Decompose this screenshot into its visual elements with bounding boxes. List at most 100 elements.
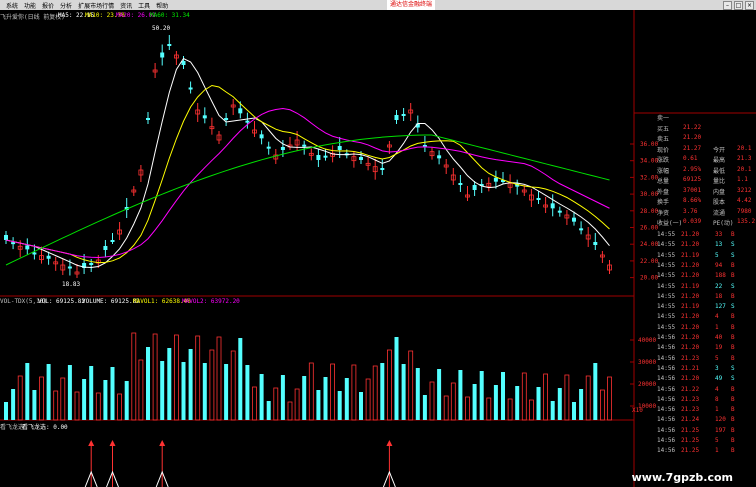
tick-cell: B: [731, 406, 735, 414]
candle-body: [181, 61, 186, 65]
tick-row: 14:55 21.20 94 B: [655, 262, 755, 271]
candle-body: [380, 168, 385, 170]
quote-label: 量比: [713, 178, 726, 185]
tick-cell: 21.20: [681, 334, 700, 341]
volume-bar: [380, 363, 385, 420]
quote-label: 卖五: [657, 136, 670, 143]
quote-label: 涨跌: [657, 157, 670, 164]
volume-bar: [443, 395, 449, 421]
volume-bar: [593, 363, 598, 420]
volume-bar: [536, 387, 541, 420]
maximize-icon[interactable]: □: [734, 1, 743, 10]
volume-bar: [95, 392, 101, 421]
volume-bar: [450, 382, 456, 421]
volume-bar: [529, 399, 534, 421]
menu-item-quote[interactable]: 报价: [42, 1, 54, 10]
quote-value: 3212: [737, 186, 752, 194]
high-price-marker: 50.20: [152, 25, 170, 32]
volume-bar: [359, 392, 363, 420]
menu-item-tools[interactable]: 工具: [138, 1, 150, 10]
tick-cell: 21.20: [681, 292, 700, 300]
tick-cell: 21.19: [681, 282, 700, 290]
tick-cell: 120: [715, 416, 726, 424]
tick-cell: S: [731, 282, 735, 290]
quote-label: 股本: [713, 199, 726, 206]
candle-body: [32, 252, 37, 255]
candle-body: [245, 120, 250, 123]
quote-label: 净资: [657, 209, 670, 217]
volume-bar: [372, 365, 378, 421]
candle-body: [401, 114, 406, 116]
tick-cell: 21.20: [681, 375, 700, 383]
tick-cell: 21.20: [681, 231, 700, 238]
menu-item-help[interactable]: 帮助: [156, 1, 168, 10]
tick-cell: 21.20: [681, 261, 700, 269]
tick-cell: 14:55: [657, 251, 676, 259]
promo-banner[interactable]: 通达信金融终端: [387, 0, 436, 10]
quote-value: 7980: [737, 207, 752, 215]
quote-label: 内盘: [713, 188, 726, 196]
quote-row: 卖一: [655, 113, 755, 122]
volume-bar: [408, 350, 414, 421]
tick-cell: 40: [715, 334, 723, 341]
ma10-line: [5, 84, 610, 264]
menu-item-info[interactable]: 资讯: [120, 1, 132, 10]
tick-cell: 49: [715, 375, 723, 383]
volume-bar: [479, 371, 484, 420]
tick-cell: B: [731, 354, 735, 362]
tick-cell: S: [731, 375, 735, 383]
tick-cell: 14:55: [657, 292, 676, 300]
kline-chart[interactable]: 36.0034.0032.0030.0028.0026.0024.0022.00…: [0, 10, 756, 487]
menu-item-analysis[interactable]: 分析: [60, 1, 72, 10]
tick-row: 14:56 21.22 4 B: [655, 386, 755, 395]
menu-item-function[interactable]: 功能: [24, 1, 36, 10]
volume-bar: [521, 372, 527, 421]
tick-cell: B: [731, 261, 735, 269]
volume-bar: [465, 396, 470, 421]
volume-bar: [202, 363, 207, 420]
quote-row: 收益(一) 0.039 PE(动) 135.2: [655, 218, 755, 227]
quote-label: 收益(一): [657, 220, 683, 227]
quote-value: 21.3: [737, 155, 752, 162]
quote-value: 37001: [683, 186, 702, 194]
volume-bar: [386, 349, 392, 421]
menu-item-system[interactable]: 系统: [6, 1, 18, 10]
volume-bar: [493, 385, 498, 420]
volume-bar: [252, 386, 257, 421]
quote-value: 135.2: [737, 218, 756, 225]
close-icon[interactable]: ×: [745, 1, 754, 10]
menu-item-extended-market[interactable]: 扩展市场行情: [78, 1, 114, 10]
candle-body: [89, 263, 94, 265]
volume-bar: [173, 334, 179, 421]
volume-bar: [351, 364, 357, 421]
tick-cell: 21.22: [681, 385, 700, 393]
quote-row: 换手 8.66% 股本 4.42: [655, 197, 755, 206]
volume-bar: [209, 349, 215, 421]
tick-cell: 21.23: [681, 354, 700, 362]
tick-cell: B: [731, 416, 735, 424]
quote-row: 净资 3.76 流通 7980: [655, 208, 755, 217]
quote-label: 换手: [657, 199, 670, 206]
tick-cell: 21.20: [681, 323, 700, 331]
minimize-icon[interactable]: –: [723, 1, 732, 10]
candle-body: [323, 155, 328, 158]
volume-bar: [287, 401, 293, 421]
tick-cell: 14:56: [657, 385, 676, 393]
quote-value: 20.1: [737, 165, 752, 173]
tick-row: 14:56 21.21 3 S: [655, 365, 755, 374]
candle-body: [437, 155, 442, 159]
tick-cell: 1: [715, 406, 719, 414]
quote-label: 涨幅: [657, 167, 670, 175]
quote-label: 最低: [713, 167, 726, 175]
volume-bar: [17, 375, 23, 421]
volume-bar: [245, 365, 250, 420]
volume-bar: [337, 391, 342, 420]
quote-value: 21.27: [683, 144, 702, 152]
candle-body: [472, 185, 477, 190]
tick-cell: 8: [715, 395, 719, 403]
vol-unit-label: X10: [632, 407, 643, 414]
volume-bar: [486, 397, 492, 421]
tick-row: 14:55 21.19 5 S: [655, 252, 755, 261]
tick-cell: 188: [715, 272, 726, 280]
quote-label: 现价: [657, 146, 670, 154]
